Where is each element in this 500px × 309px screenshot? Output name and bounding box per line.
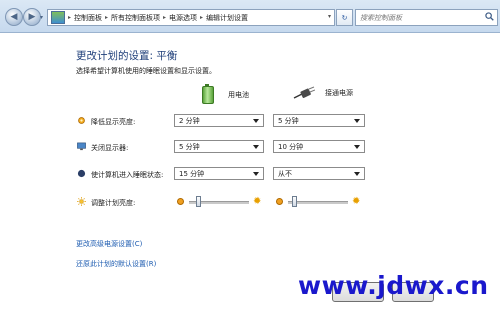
row-label-dim-display: 降低显示亮度: <box>91 118 136 126</box>
bright-sun-icon: ✹ <box>352 196 361 207</box>
breadcrumb-separator-icon[interactable]: ▸ <box>68 14 71 21</box>
dropdown-arrow-icon <box>253 119 259 123</box>
breadcrumb-separator-icon[interactable]: ▸ <box>163 14 166 21</box>
dim-brightness-icon <box>78 117 85 124</box>
dim-display-battery-select[interactable]: 2 分钟 <box>174 114 264 127</box>
dim-sun-icon <box>276 198 283 205</box>
select-value: 15 分钟 <box>179 169 205 178</box>
select-value: 从不 <box>278 169 292 178</box>
back-button[interactable]: ◀ <box>5 8 23 26</box>
power-plug-icon <box>293 86 315 99</box>
dim-sun-icon <box>177 198 184 205</box>
monitor-icon <box>77 142 86 151</box>
column-battery: 用电池 <box>202 84 249 104</box>
select-value: 5 分钟 <box>278 116 299 125</box>
back-arrow-icon: ◀ <box>10 12 18 22</box>
breadcrumb-control-panel[interactable]: 控制面板 <box>74 13 102 23</box>
turn-off-display-plugged-select[interactable]: 10 分钟 <box>273 140 365 153</box>
breadcrumb-edit-plan[interactable]: 编辑计划设置 <box>206 13 248 23</box>
dropdown-arrow-icon <box>354 119 360 123</box>
search-icon[interactable] <box>485 12 494 21</box>
recent-pages-dropdown-icon[interactable]: ▾ <box>40 14 43 21</box>
search-box[interactable]: 搜索控制面板 <box>355 9 498 26</box>
column-plugged-label: 接通电源 <box>325 89 353 97</box>
breadcrumb-separator-icon[interactable]: ▸ <box>105 14 108 21</box>
dropdown-arrow-icon <box>253 145 259 149</box>
restore-defaults-link[interactable]: 还原此计划的默认设置(R) <box>76 259 156 269</box>
dropdown-arrow-icon <box>253 172 259 176</box>
brightness-plugged-slider[interactable]: ✹ <box>276 196 364 208</box>
slider-thumb[interactable] <box>292 196 298 207</box>
breadcrumb-power-options[interactable]: 电源选项 <box>169 13 197 23</box>
slider-thumb[interactable] <box>195 196 201 207</box>
row-label-brightness: 调整计划亮度: <box>91 199 136 207</box>
dropdown-arrow-icon <box>354 145 360 149</box>
address-history-dropdown-icon[interactable]: ▾ <box>328 13 331 20</box>
turn-off-display-battery-select[interactable]: 5 分钟 <box>174 140 264 153</box>
sleep-plugged-select[interactable]: 从不 <box>273 167 365 180</box>
sleep-battery-select[interactable]: 15 分钟 <box>174 167 264 180</box>
column-plugged: 接通电源 <box>293 86 353 100</box>
brightness-battery-slider[interactable]: ✹ <box>177 196 265 208</box>
select-value: 2 分钟 <box>179 116 200 125</box>
row-label-sleep: 使计算机进入睡眠状态: <box>91 171 164 179</box>
dropdown-arrow-icon <box>354 172 360 176</box>
breadcrumb-all-items[interactable]: 所有控制面板项 <box>111 13 160 23</box>
control-panel-icon <box>51 11 65 24</box>
bright-sun-icon: ✹ <box>253 196 262 207</box>
refresh-icon: ↻ <box>341 13 348 22</box>
refresh-button[interactable]: ↻ <box>336 9 353 26</box>
column-battery-label: 用电池 <box>228 91 249 99</box>
dim-display-plugged-select[interactable]: 5 分钟 <box>273 114 365 127</box>
forward-arrow-icon: ▶ <box>28 12 36 22</box>
battery-icon <box>202 84 214 104</box>
row-label-turn-off-display: 关闭显示器: <box>91 144 129 152</box>
select-value: 5 分钟 <box>179 142 200 151</box>
address-bar[interactable]: ▸ 控制面板 ▸ 所有控制面板项 ▸ 电源选项 ▸ 编辑计划设置 ▾ <box>47 9 335 26</box>
advanced-power-settings-link[interactable]: 更改高级电源设置(C) <box>76 239 142 249</box>
sleep-moon-icon <box>77 169 86 178</box>
search-placeholder: 搜索控制面板 <box>360 13 402 22</box>
forward-button[interactable]: ▶ <box>23 8 41 26</box>
page-title: 更改计划的设置: 平衡 <box>76 50 178 62</box>
title-bar: ◀ ▶ ▾ ▸ 控制面板 ▸ 所有控制面板项 ▸ 电源选项 ▸ 编辑计划设置 ▾… <box>0 0 500 33</box>
select-value: 10 分钟 <box>278 142 304 151</box>
watermark-text: www.jdwx.cn <box>298 271 489 300</box>
breadcrumb-separator-icon[interactable]: ▸ <box>200 14 203 21</box>
page-subtitle: 选择希望计算机使用的睡眠设置和显示设置。 <box>76 67 216 75</box>
brightness-sun-icon <box>77 197 86 206</box>
